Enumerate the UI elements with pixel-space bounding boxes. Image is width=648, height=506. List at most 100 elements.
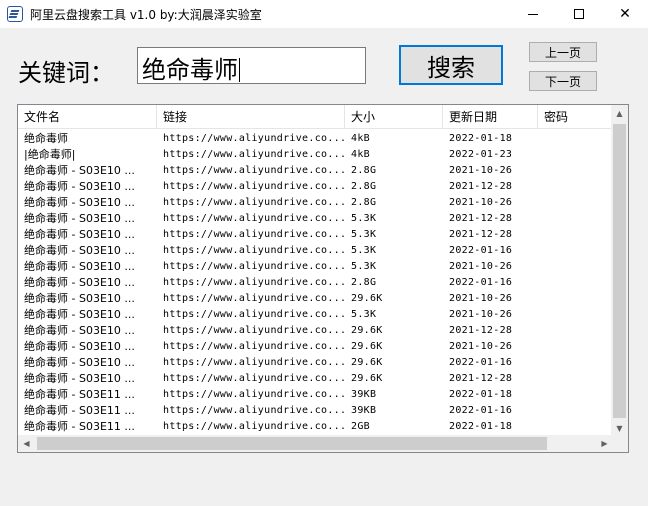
- cell-size: 2.8G: [351, 277, 377, 288]
- cell-password: [538, 259, 613, 275]
- cell-size: 2.8G: [351, 165, 377, 176]
- next-page-button[interactable]: 下一页: [529, 71, 597, 91]
- cell-size: 5.3K: [351, 309, 377, 320]
- cell-date: 2022-01-18: [449, 133, 513, 144]
- close-icon: ✕: [619, 6, 631, 22]
- cell-password: [538, 227, 613, 243]
- cell-filename: 绝命毒师 - S03E11 ...: [24, 420, 135, 433]
- keyword-input-value: 绝命毒师: [142, 56, 238, 84]
- cell-size: 29.6K: [351, 357, 383, 368]
- cell-link: https://www.aliyundrive.co...: [163, 293, 345, 304]
- cell-size: 5.3K: [351, 229, 377, 240]
- table-row[interactable]: 绝命毒师 - S03E10 ... https://www.aliyundrive…: [18, 243, 613, 259]
- horizontal-scrollbar[interactable]: ◀ ▶: [18, 435, 613, 452]
- cell-link: https://www.aliyundrive.co...: [163, 197, 345, 208]
- table-row[interactable]: 绝命毒师 - S03E10 ... https://www.aliyundrive…: [18, 355, 613, 371]
- cell-size: 39KB: [351, 405, 377, 416]
- list-header: 文件名 链接 大小 更新日期 密码: [18, 105, 613, 129]
- cell-date: 2021-12-28: [449, 181, 513, 192]
- cell-date: 2021-10-26: [449, 261, 513, 272]
- table-row[interactable]: 绝命毒师 - S03E10 ... https://www.aliyundrive…: [18, 211, 613, 227]
- cell-link: https://www.aliyundrive.co...: [163, 325, 345, 336]
- column-header-filename[interactable]: 文件名: [18, 105, 157, 129]
- close-button[interactable]: ✕: [602, 0, 648, 28]
- cell-link: https://www.aliyundrive.co...: [163, 309, 345, 320]
- cell-size: 29.6K: [351, 373, 383, 384]
- cell-date: 2021-10-26: [449, 197, 513, 208]
- table-row[interactable]: 绝命毒师 - S03E10 ... https://www.aliyundrive…: [18, 339, 613, 355]
- cell-filename: 绝命毒师 - S03E10 ...: [24, 276, 135, 289]
- cell-filename: |绝命毒师|: [24, 148, 76, 161]
- cell-date: 2021-12-28: [449, 373, 513, 384]
- table-row[interactable]: 绝命毒师 - S03E10 ... https://www.aliyundrive…: [18, 323, 613, 339]
- maximize-button[interactable]: [556, 0, 602, 28]
- scrollbar-corner: [611, 435, 628, 452]
- cell-size: 2GB: [351, 421, 370, 432]
- cell-filename: 绝命毒师 - S03E10 ...: [24, 308, 135, 321]
- cell-date: 2022-01-16: [449, 405, 513, 416]
- table-row[interactable]: 绝命毒师 - S03E10 ... https://www.aliyundrive…: [18, 259, 613, 275]
- cell-link: https://www.aliyundrive.co...: [163, 213, 345, 224]
- cell-date: 2022-01-16: [449, 277, 513, 288]
- cell-date: 2021-12-28: [449, 229, 513, 240]
- horizontal-scroll-thumb[interactable]: [37, 437, 547, 450]
- table-row[interactable]: 绝命毒师 - S03E10 ... https://www.aliyundrive…: [18, 195, 613, 211]
- cell-date: 2021-10-26: [449, 309, 513, 320]
- cell-password: [538, 371, 613, 387]
- window-title: 阿里云盘搜索工具 v1.0 by:大润晨泽实验室: [30, 8, 262, 22]
- search-button[interactable]: 搜索: [399, 45, 503, 85]
- column-header-password[interactable]: 密码: [538, 105, 613, 129]
- cell-date: 2022-01-16: [449, 357, 513, 368]
- column-header-link[interactable]: 链接: [157, 105, 345, 129]
- cell-size: 5.3K: [351, 245, 377, 256]
- scroll-up-icon[interactable]: ▲: [611, 105, 628, 122]
- table-row[interactable]: 绝命毒师 https://www.aliyundrive.co... 4kB 2022…: [18, 131, 613, 147]
- cell-password: [538, 275, 613, 291]
- vertical-scrollbar[interactable]: ▲ ▼: [611, 105, 628, 437]
- cell-date: 2022-01-16: [449, 245, 513, 256]
- table-row[interactable]: 绝命毒师 - S03E11 ... https://www.aliyundrive…: [18, 403, 613, 419]
- cell-password: [538, 307, 613, 323]
- cell-size: 5.3K: [351, 213, 377, 224]
- table-row[interactable]: 绝命毒师 - S03E10 ... https://www.aliyundrive…: [18, 307, 613, 323]
- cell-link: https://www.aliyundrive.co...: [163, 421, 345, 432]
- table-row[interactable]: 绝命毒师 - S03E10 ... https://www.aliyundrive…: [18, 275, 613, 291]
- minimize-icon: [528, 13, 538, 15]
- table-row[interactable]: 绝命毒师 - S03E10 ... https://www.aliyundrive…: [18, 371, 613, 387]
- cell-filename: 绝命毒师 - S03E10 ...: [24, 260, 135, 273]
- cell-size: 39KB: [351, 389, 377, 400]
- cell-link: https://www.aliyundrive.co...: [163, 357, 345, 368]
- cell-link: https://www.aliyundrive.co...: [163, 261, 345, 272]
- cell-password: [538, 339, 613, 355]
- vertical-scroll-thumb[interactable]: [613, 124, 626, 418]
- cell-filename: 绝命毒师 - S03E10 ...: [24, 292, 135, 305]
- cell-date: 2021-10-26: [449, 293, 513, 304]
- cell-link: https://www.aliyundrive.co...: [163, 341, 345, 352]
- table-row[interactable]: 绝命毒师 - S03E10 ... https://www.aliyundrive…: [18, 179, 613, 195]
- table-row[interactable]: 绝命毒师 - S03E10 ... https://www.aliyundrive…: [18, 227, 613, 243]
- table-row[interactable]: |绝命毒师| https://www.aliyundrive.co... 4kB 20…: [18, 147, 613, 163]
- title-bar[interactable]: 阿里云盘搜索工具 v1.0 by:大润晨泽实验室 ✕: [0, 0, 648, 28]
- cell-password: [538, 403, 613, 419]
- cell-link: https://www.aliyundrive.co...: [163, 373, 345, 384]
- keyword-input[interactable]: 绝命毒师: [137, 47, 366, 84]
- minimize-button[interactable]: [510, 0, 556, 28]
- prev-page-button[interactable]: 上一页: [529, 42, 597, 62]
- column-header-date[interactable]: 更新日期: [443, 105, 538, 129]
- cell-filename: 绝命毒师 - S03E10 ...: [24, 180, 135, 193]
- column-header-size[interactable]: 大小: [345, 105, 443, 129]
- table-row[interactable]: 绝命毒师 - S03E10 ... https://www.aliyundrive…: [18, 163, 613, 179]
- list-rows: 绝命毒师 https://www.aliyundrive.co... 4kB 2022…: [18, 131, 613, 435]
- scroll-left-icon[interactable]: ◀: [18, 435, 35, 452]
- table-row[interactable]: 绝命毒师 - S03E11 ... https://www.aliyundrive…: [18, 419, 613, 435]
- cell-size: 4kB: [351, 149, 370, 160]
- cell-size: 2.8G: [351, 197, 377, 208]
- cell-link: https://www.aliyundrive.co...: [163, 277, 345, 288]
- cell-link: https://www.aliyundrive.co...: [163, 229, 345, 240]
- cell-password: [538, 163, 613, 179]
- cell-size: 2.8G: [351, 181, 377, 192]
- table-row[interactable]: 绝命毒师 - S03E10 ... https://www.aliyundrive…: [18, 291, 613, 307]
- cell-password: [538, 243, 613, 259]
- table-row[interactable]: 绝命毒师 - S03E11 ... https://www.aliyundrive…: [18, 387, 613, 403]
- results-list[interactable]: 文件名 链接 大小 更新日期 密码 绝命毒师 https://www.aliyun…: [17, 104, 629, 453]
